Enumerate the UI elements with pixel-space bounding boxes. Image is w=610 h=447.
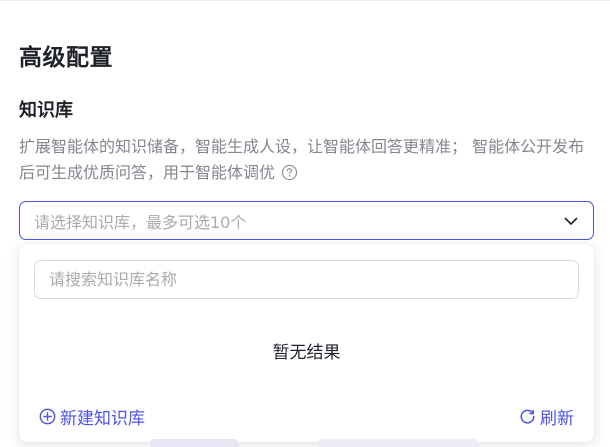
chevron-down-icon[interactable] [563, 213, 579, 229]
refresh-icon [520, 409, 535, 424]
background-card-fragment [318, 439, 478, 447]
knowledge-description-text: 扩展智能体的知识储备，智能生成人设，让智能体回答更精准； 智能体公开发布后可生成… [19, 137, 585, 182]
section-title: 高级配置 [19, 45, 113, 71]
refresh-label: 刷新 [540, 409, 574, 429]
new-knowledge-button[interactable]: 新建知识库 [39, 404, 145, 429]
plus-circle-icon [39, 408, 56, 425]
top-divider [0, 0, 610, 1]
knowledge-dropdown: 暂无结果 新建知识库 刷新 [19, 244, 594, 442]
empty-result-text: 暂无结果 [272, 343, 341, 363]
refresh-button[interactable]: 刷新 [519, 404, 574, 429]
knowledge-description: 扩展智能体的知识储备，智能生成人设，让智能体回答更精准； 智能体公开发布后可生成… [19, 134, 594, 186]
background-card-fragment [150, 439, 238, 447]
knowledge-select[interactable]: 请选择知识库，最多可选10个 [19, 201, 594, 240]
help-circle-icon[interactable] [281, 164, 298, 181]
knowledge-search-input[interactable] [34, 260, 579, 299]
knowledge-title: 知识库 [19, 100, 73, 121]
new-knowledge-label: 新建知识库 [60, 409, 145, 429]
knowledge-select-placeholder: 请选择知识库，最多可选10个 [34, 212, 247, 232]
